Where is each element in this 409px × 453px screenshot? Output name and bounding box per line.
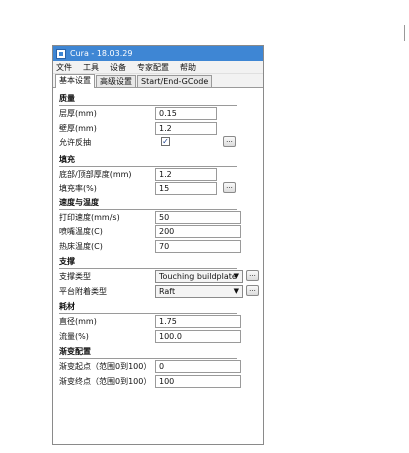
layer-height-input[interactable]: 0.15 [155, 107, 217, 120]
topbottom-label: 底部/顶部厚度(mm) [59, 169, 132, 179]
row-retraction: 允许反抽 ✓ ... [59, 135, 263, 150]
support-type-value: Touching buildplate [159, 272, 237, 281]
edge-mark [404, 25, 406, 41]
row-print-speed: 打印速度(mm/s) 50 [59, 210, 263, 225]
nozzle-temp-label: 喷嘴温度(C) [59, 227, 103, 236]
support-more-button[interactable]: ... [246, 270, 259, 281]
cura-window: Cura - 18.03.29 文件 工具 设备 专家配置 帮助 基本设置 高级… [52, 45, 264, 445]
row-topbottom: 底部/顶部厚度(mm) 1.2 [59, 167, 263, 182]
row-layer-height: 层厚(mm) 0.15 [59, 106, 263, 121]
menu-tools[interactable]: 工具 [83, 62, 99, 73]
print-speed-label: 打印速度(mm/s) [59, 212, 120, 222]
shell-thickness-input[interactable]: 1.2 [155, 121, 217, 135]
menu-machine[interactable]: 设备 [110, 62, 126, 73]
tab-gcode[interactable]: Start/End-GCode [137, 75, 213, 87]
chevron-down-icon: ▼ [233, 286, 239, 295]
print-speed-input[interactable]: 50 [155, 210, 241, 224]
menu-bar: 文件 工具 设备 专家配置 帮助 [53, 61, 263, 74]
tab-basic[interactable]: 基本设置 [55, 74, 95, 88]
adhesion-label: 平台附着类型 [59, 286, 107, 296]
section-title-filament: 耗材 [59, 302, 75, 311]
row-adhesion: 平台附着类型 Raft ▼ ... [59, 284, 263, 299]
section-title-fill: 填充 [59, 154, 75, 164]
tab-advanced[interactable]: 高级设置 [96, 75, 136, 87]
row-shell-thickness: 壁厚(mm) 1.2 [59, 121, 263, 136]
window-title: Cura - 18.03.29 [70, 49, 133, 58]
bed-temp-label: 热床温度(C) [59, 241, 103, 251]
section-title-support: 支撑 [59, 257, 75, 266]
flow-label: 流量(%) [59, 331, 89, 341]
diameter-input[interactable]: 1.75 [155, 315, 241, 328]
section-title-gradient: 渐变配置 [59, 347, 91, 356]
bed-temp-input[interactable]: 70 [155, 239, 241, 253]
flow-input[interactable]: 100.0 [155, 329, 241, 343]
fill-density-label: 填充率(%) [59, 184, 97, 193]
row-nozzle-temp: 喷嘴温度(C) 200 [59, 224, 263, 239]
support-type-label: 支撑类型 [59, 272, 91, 281]
settings-tabs: 基本设置 高级设置 Start/End-GCode [53, 74, 263, 88]
adhesion-more-button[interactable]: ... [246, 284, 259, 296]
row-gradient-end: 渐变终点（范围0到100） 100 [59, 374, 263, 389]
menu-help[interactable]: 帮助 [180, 62, 196, 73]
topbottom-input[interactable]: 1.2 [155, 167, 217, 181]
menu-file[interactable]: 文件 [56, 62, 72, 73]
gradient-start-input[interactable]: 0 [155, 360, 241, 373]
retraction-more-button[interactable]: ... [223, 136, 236, 147]
layer-height-label: 层厚(mm) [59, 109, 97, 118]
fill-density-input[interactable]: 15 [155, 182, 217, 195]
menu-expert[interactable]: 专家配置 [137, 62, 169, 73]
row-bed-temp: 热床温度(C) 70 [59, 239, 263, 254]
shell-thickness-label: 壁厚(mm) [59, 123, 97, 133]
adhesion-select[interactable]: Raft ▼ [155, 284, 243, 298]
row-flow: 流量(%) 100.0 [59, 329, 263, 344]
gradient-end-label: 渐变终点（范围0到100） [59, 376, 152, 386]
support-type-select[interactable]: Touching buildplate ▼ [155, 270, 243, 283]
row-support-type: 支撑类型 Touching buildplate ▼ ... [59, 269, 263, 284]
row-fill-density: 填充率(%) 15 ... [59, 181, 263, 196]
row-diameter: 直径(mm) 1.75 [59, 314, 263, 329]
retraction-checkbox[interactable]: ✓ [161, 137, 170, 146]
settings-panel: 质量 层厚(mm) 0.15 壁厚(mm) 1.2 允许反抽 ✓ ... 填充 … [53, 88, 263, 442]
diameter-label: 直径(mm) [59, 317, 97, 326]
row-gradient-start: 渐变起点（范围0到100） 0 [59, 359, 263, 374]
chevron-down-icon: ▼ [233, 272, 239, 280]
nozzle-temp-input[interactable]: 200 [155, 225, 241, 238]
cura-app-icon [56, 48, 66, 59]
retraction-label: 允许反抽 [59, 138, 91, 147]
gradient-start-label: 渐变起点（范围0到100） [59, 362, 152, 371]
fill-more-button[interactable]: ... [223, 182, 236, 193]
section-title-quality: 质量 [59, 94, 75, 103]
gradient-end-input[interactable]: 100 [155, 374, 241, 388]
adhesion-value: Raft [159, 286, 176, 296]
title-bar: Cura - 18.03.29 [53, 46, 263, 61]
section-title-speed: 速度与温度 [59, 197, 99, 207]
